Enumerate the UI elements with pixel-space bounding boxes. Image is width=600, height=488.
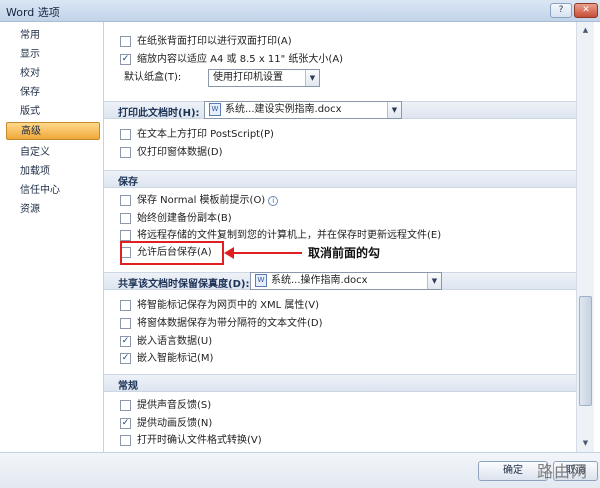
sidebar-item-label: 校对 xyxy=(20,68,40,79)
chevron-down-icon[interactable]: ▼ xyxy=(387,102,401,118)
save-section-title: 保存 xyxy=(118,177,138,188)
scroll-up-icon[interactable]: ▲ xyxy=(579,24,592,36)
checkbox[interactable]: ✓ xyxy=(120,335,131,347)
share-section-title: 共享该文档时保留保真度(D): xyxy=(118,279,250,290)
scroll-down-icon[interactable]: ▼ xyxy=(579,437,592,449)
checkbox-embed-language[interactable]: ✓ 嵌入语言数据(U) xyxy=(120,334,212,350)
help-icon: ? xyxy=(558,5,564,15)
sidebar-item-save[interactable]: 保存 xyxy=(6,84,100,102)
info-icon: i xyxy=(268,196,279,206)
print-doc-select[interactable]: W 系统...建设实例指南.docx ▼ xyxy=(204,101,402,119)
options-panel: 在纸张背面打印以进行双面打印(A) ✓ 缩放内容以适应 A4 或 8.5 x 11… xyxy=(104,22,576,452)
sidebar-item-resources[interactable]: 资源 xyxy=(6,201,100,219)
checkbox[interactable] xyxy=(120,35,131,47)
sidebar-item-label: 信任中心 xyxy=(20,185,60,196)
close-button[interactable]: ✕ xyxy=(574,3,598,18)
help-button[interactable]: ? xyxy=(550,3,572,18)
checkbox-scale-to-paper[interactable]: ✓ 缩放内容以适应 A4 或 8.5 x 11" 纸张大小(A) xyxy=(120,52,343,68)
checkbox[interactable] xyxy=(120,146,131,158)
sidebar-item-label: 资源 xyxy=(20,204,40,215)
general-section: 常规 xyxy=(104,374,576,392)
checkbox[interactable] xyxy=(120,128,131,140)
checkbox-duplex-print[interactable]: 在纸张背面打印以进行双面打印(A) xyxy=(120,34,292,50)
annotation-text: 取消前面的勾 xyxy=(308,246,381,260)
annotation-highlight-box xyxy=(120,241,224,265)
sidebar-item-label: 自定义 xyxy=(20,147,50,158)
checkbox[interactable] xyxy=(120,229,131,241)
checkbox-postscript[interactable]: 在文本上方打印 PostScript(P) xyxy=(120,127,274,143)
save-section: 保存 xyxy=(104,170,576,188)
sidebar-item-addins[interactable]: 加载项 xyxy=(6,163,100,181)
close-icon: ✕ xyxy=(582,5,590,15)
checkbox[interactable]: ✓ xyxy=(120,352,131,364)
sidebar-item-customize[interactable]: 自定义 xyxy=(6,144,100,162)
scrollbar-thumb[interactable] xyxy=(579,296,592,406)
watermark-logo: 路由网 xyxy=(537,462,589,481)
sidebar-item-display[interactable]: 显示 xyxy=(6,46,100,64)
sidebar-item-label: 显示 xyxy=(20,49,40,60)
paper-tray-label: 默认纸盒(T): xyxy=(124,72,182,83)
checkbox-smart-tags-xml[interactable]: 将智能标记保存为网页中的 XML 属性(V) xyxy=(120,298,319,314)
chevron-down-icon[interactable]: ▼ xyxy=(427,273,441,289)
chevron-down-icon[interactable]: ▼ xyxy=(305,70,319,86)
checkbox-animation-feedback[interactable]: ✓ 提供动画反馈(N) xyxy=(120,416,212,432)
checkbox[interactable] xyxy=(120,212,131,224)
annotation-arrow-icon xyxy=(224,247,234,259)
sidebar-item-label: 加载项 xyxy=(20,166,50,177)
sidebar-item-label: 保存 xyxy=(20,87,40,98)
checkbox-sound-feedback[interactable]: 提供声音反馈(S) xyxy=(120,398,211,414)
general-section-title: 常规 xyxy=(118,381,138,392)
sidebar-item-advanced[interactable]: 高级 xyxy=(6,122,100,140)
word-document-icon: W xyxy=(209,102,221,116)
checkbox[interactable] xyxy=(120,434,131,446)
vertical-scrollbar[interactable]: ▲ ▼ xyxy=(576,22,594,452)
window-title: Word 选项 xyxy=(6,6,60,19)
sidebar-item-label: 高级 xyxy=(21,126,41,137)
sidebar: 常用 显示 校对 保存 版式 高级 自定义 加载项 信任中心 资源 xyxy=(0,22,104,488)
checkbox[interactable] xyxy=(120,299,131,311)
checkbox-normal-template-prompt[interactable]: 保存 Normal 模板前提示(O) i xyxy=(120,193,279,209)
sidebar-item-layout[interactable]: 版式 xyxy=(6,103,100,121)
paper-tray-select[interactable]: 使用打印机设置 ▼ xyxy=(208,69,320,87)
title-bar: Word 选项 ? ✕ xyxy=(0,0,600,22)
checkbox[interactable]: ✓ xyxy=(120,53,131,65)
checkbox[interactable] xyxy=(120,317,131,329)
word-document-icon: W xyxy=(255,273,267,287)
share-doc-select[interactable]: W 系统...操作指南.docx ▼ xyxy=(250,272,442,290)
sidebar-item-proofing[interactable]: 校对 xyxy=(6,65,100,83)
checkbox[interactable] xyxy=(120,194,131,206)
sidebar-item-popular[interactable]: 常用 xyxy=(6,27,100,45)
annotation-arrow-line xyxy=(228,252,302,254)
checkbox-confirm-conversion[interactable]: 打开时确认文件格式转换(V) xyxy=(120,433,262,449)
checkbox-form-data-text[interactable]: 将窗体数据保存为带分隔符的文本文件(D) xyxy=(120,316,323,332)
checkbox[interactable]: ✓ xyxy=(120,417,131,429)
checkbox-print-form-data[interactable]: 仅打印窗体数据(D) xyxy=(120,145,223,161)
checkbox[interactable] xyxy=(120,399,131,411)
sidebar-item-label: 版式 xyxy=(20,106,40,117)
sidebar-item-trust-center[interactable]: 信任中心 xyxy=(6,182,100,200)
dialog-footer: 确定 取消 xyxy=(0,452,600,488)
checkbox-backup-copy[interactable]: 始终创建备份副本(B) xyxy=(120,211,232,227)
checkbox-embed-smart-tags[interactable]: ✓ 嵌入智能标记(M) xyxy=(120,351,213,367)
sidebar-item-label: 常用 xyxy=(20,30,40,41)
print-doc-section-title: 打印此文档时(H): xyxy=(118,108,200,119)
